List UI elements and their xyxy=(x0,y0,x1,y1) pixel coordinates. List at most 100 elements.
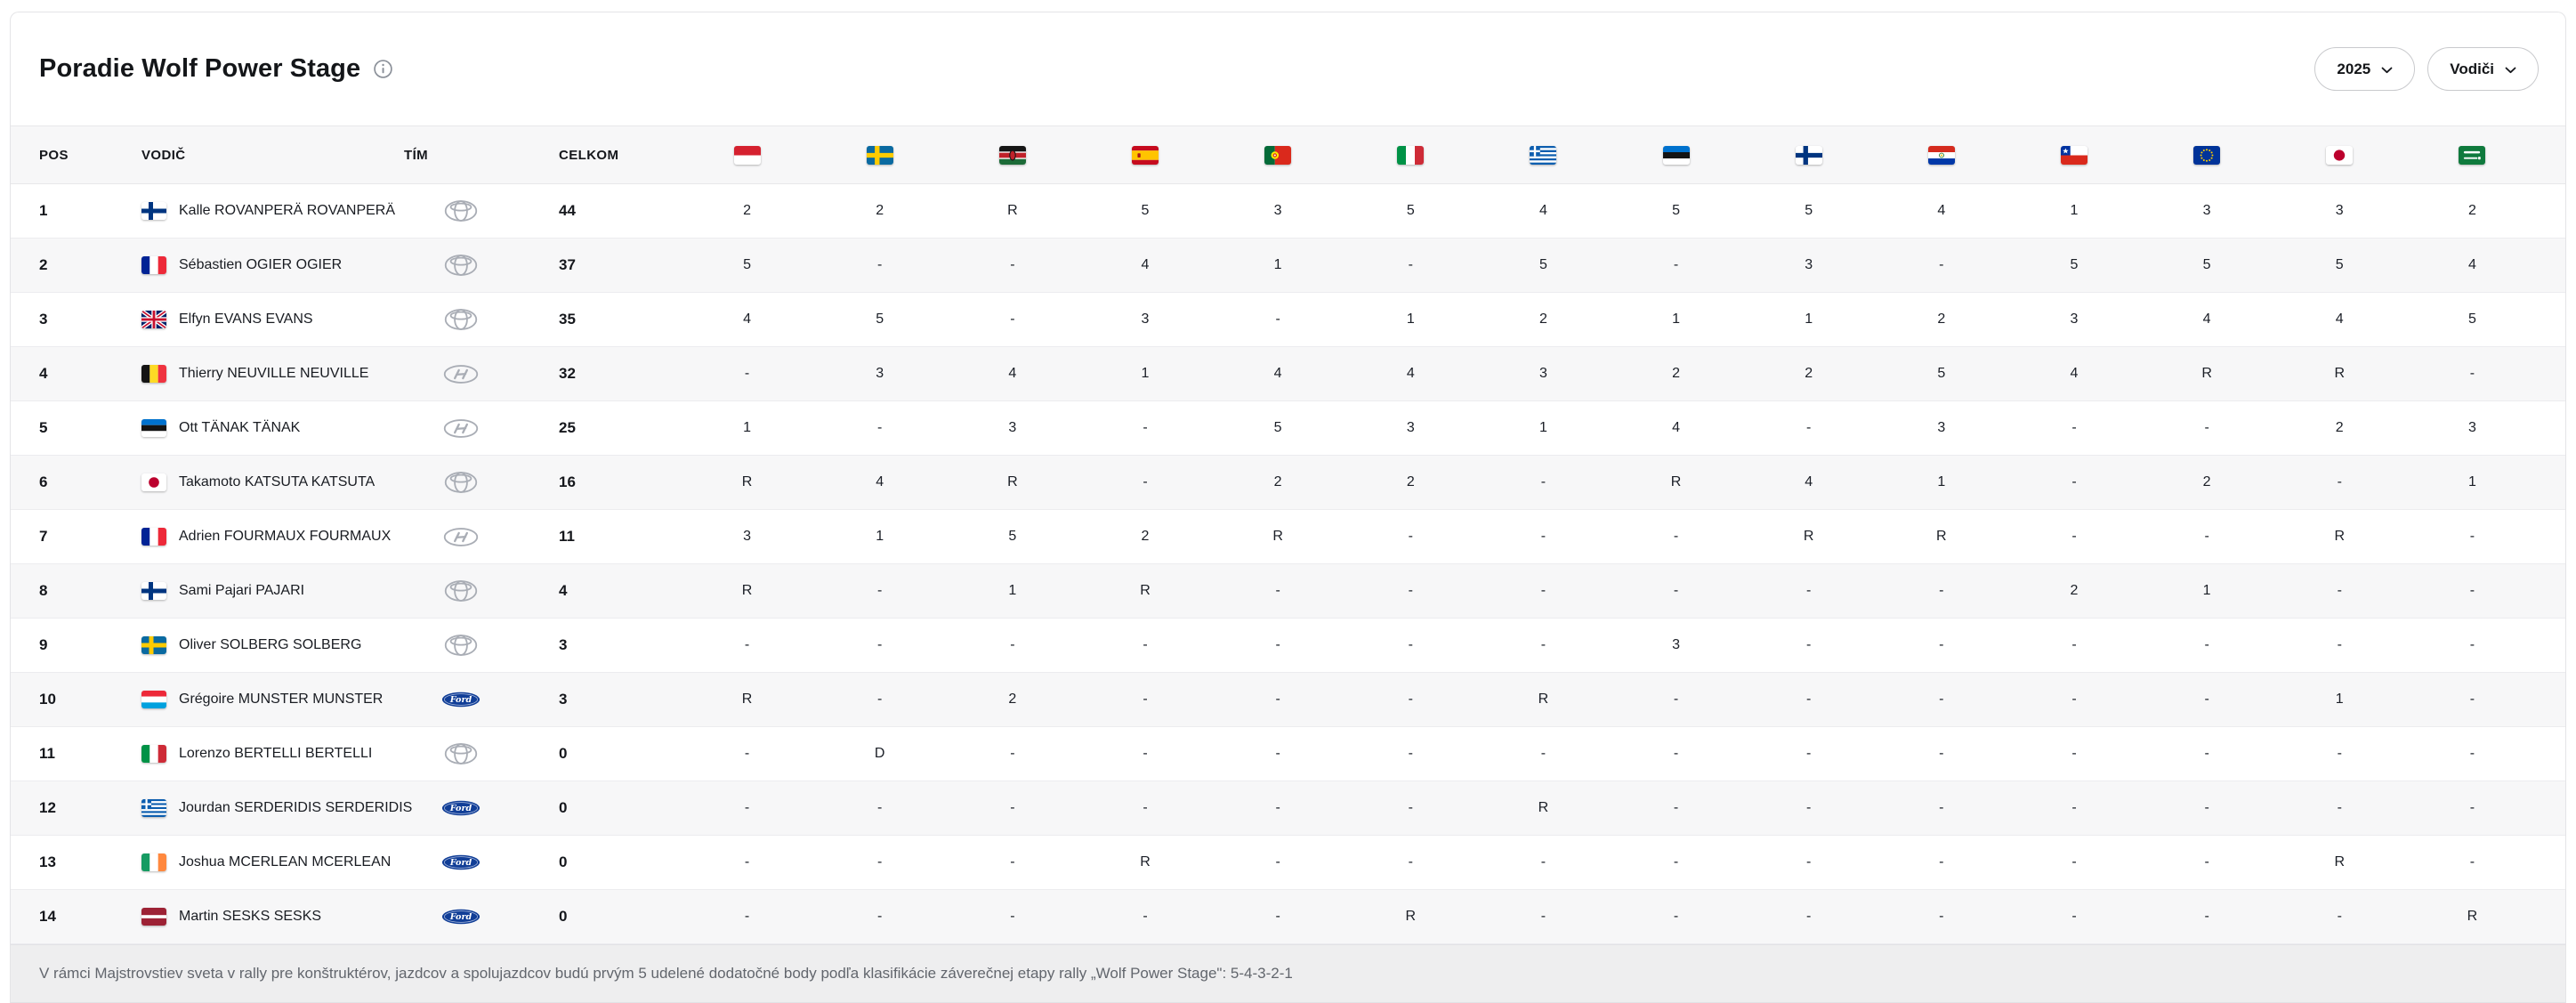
season-dropdown[interactable]: 2025 xyxy=(2314,47,2415,91)
stage-points-finland: - xyxy=(1742,420,1875,436)
driver-row[interactable]: 6Takamoto KATSUTA KATSUTA 16R4R-22-R41-2… xyxy=(11,456,2565,510)
stage-points-value: - xyxy=(2071,800,2076,816)
stage-points-value: - xyxy=(1010,909,1014,925)
rally-column-sweden[interactable] xyxy=(813,146,946,165)
rally-column-kenya[interactable] xyxy=(946,146,1078,165)
stage-points-monaco: - xyxy=(681,909,813,925)
card-header: Poradie Wolf Power Stage 2025 Vodiči xyxy=(11,12,2565,125)
stage-points-italy: - xyxy=(1345,746,1477,762)
stage-points-value: 3 xyxy=(1274,203,1282,219)
rally-column-portugal[interactable] xyxy=(1212,146,1345,165)
driver-row[interactable]: 7Adrien FOURMAUX FOURMAUX 113152R---RR--… xyxy=(11,510,2565,564)
driver-row[interactable]: 8Sami Pajari PAJARI 4R-1R------21-- xyxy=(11,564,2565,619)
stage-points-value: 3 xyxy=(876,366,884,382)
rally-column-chile[interactable] xyxy=(2007,146,2140,165)
stage-points-portugal: - xyxy=(1212,854,1345,870)
stage-points-saudi-arabia: - xyxy=(2406,692,2539,708)
stage-points-value: 5 xyxy=(2468,311,2476,328)
stage-points-european-union: - xyxy=(2141,854,2273,870)
stage-points-value: - xyxy=(1275,637,1280,653)
driver-name: Sébastien OGIER OGIER xyxy=(179,257,342,273)
driver-row[interactable]: 3Elfyn EVANS EVANS 3545-3-121123445 xyxy=(11,293,2565,347)
stage-points-value: 1 xyxy=(2468,474,2476,490)
driver-row[interactable]: 11Lorenzo BERTELLI BERTELLI 0-D---------… xyxy=(11,727,2565,781)
stage-points-value: - xyxy=(1939,854,1943,870)
position: 6 xyxy=(39,473,141,491)
stage-points-greece: - xyxy=(1477,746,1610,762)
driver-row[interactable]: 5Ott TÄNAK TÄNAK 251-3-5314-3--23 xyxy=(11,401,2565,456)
driver-row[interactable]: 4Thierry NEUVILLE NEUVILLE 32-3414432254… xyxy=(11,347,2565,401)
stage-points-european-union: 5 xyxy=(2141,257,2273,273)
flag-latvia-icon xyxy=(141,908,166,926)
stage-points-paraguay: 2 xyxy=(1875,311,2007,328)
driver-name: Takamoto KATSUTA KATSUTA xyxy=(179,474,375,490)
stage-points-portugal: - xyxy=(1212,800,1345,816)
driver-name: Adrien FOURMAUX FOURMAUX xyxy=(179,529,391,545)
team-cell xyxy=(404,634,518,657)
footnote: V rámci Majstrovstiev sveta v rally pre … xyxy=(11,944,2565,1003)
driver-row[interactable]: 13Joshua MCERLEAN MCERLEAN Ford0---R----… xyxy=(11,836,2565,890)
flag-france-icon xyxy=(141,256,166,274)
flag-sweden-icon xyxy=(141,636,166,654)
season-value: 2025 xyxy=(2337,61,2370,78)
rally-column-paraguay[interactable] xyxy=(1875,146,2007,165)
stage-points-estonia: 2 xyxy=(1610,366,1742,382)
rally-column-european-union[interactable] xyxy=(2141,146,2273,165)
stage-points-value: - xyxy=(2071,909,2076,925)
stage-points-value: - xyxy=(2071,746,2076,762)
stage-points-value: 3 xyxy=(1937,420,1945,436)
stage-points-value: - xyxy=(2470,692,2475,708)
flag-greece-icon xyxy=(1530,146,1556,165)
stage-points-value: - xyxy=(2071,529,2076,545)
total-points: 3 xyxy=(518,691,681,708)
rally-column-estonia[interactable] xyxy=(1610,146,1742,165)
stage-points-value: 3 xyxy=(2468,420,2476,436)
rally-column-saudi-arabia[interactable] xyxy=(2406,146,2539,165)
stage-points-value: - xyxy=(1674,909,1678,925)
stage-points-finland: 2 xyxy=(1742,366,1875,382)
stage-points-sweden: 2 xyxy=(813,203,946,219)
stage-points-value: 2 xyxy=(876,203,884,219)
rally-points-cells: -3414432254RR- xyxy=(681,347,2539,400)
stage-points-sweden: - xyxy=(813,420,946,436)
stage-points-value: 4 xyxy=(1937,203,1945,219)
driver-row[interactable]: 2Sébastien OGIER OGIER 375--41-5-3-5554 xyxy=(11,239,2565,293)
svg-text:Ford: Ford xyxy=(449,804,472,813)
rally-column-monaco[interactable] xyxy=(681,146,813,165)
stage-points-estonia: - xyxy=(1610,583,1742,599)
stage-points-estonia: - xyxy=(1610,692,1742,708)
rally-column-finland[interactable] xyxy=(1742,146,1875,165)
rally-column-greece[interactable] xyxy=(1477,146,1610,165)
driver-row[interactable]: 1Kalle ROVANPERÄ ROVANPERÄ 4422R53545541… xyxy=(11,184,2565,239)
rally-column-spain[interactable] xyxy=(1078,146,1211,165)
stage-points-japan: 4 xyxy=(2273,311,2406,328)
stage-points-value: - xyxy=(877,909,882,925)
stage-points-chile: 2 xyxy=(2007,583,2140,599)
category-dropdown[interactable]: Vodiči xyxy=(2427,47,2539,91)
hyundai-logo-icon xyxy=(442,364,480,384)
toyota-logo-icon xyxy=(443,634,479,657)
driver-row[interactable]: 12Jourdan SERDERIDIS SERDERIDIS Ford0---… xyxy=(11,781,2565,836)
stage-points-portugal: - xyxy=(1212,583,1345,599)
stage-points-european-union: - xyxy=(2141,692,2273,708)
stage-points-estonia: - xyxy=(1610,257,1742,273)
stage-points-value: R xyxy=(1804,529,1814,545)
stage-points-value: - xyxy=(745,637,749,653)
stage-points-value: - xyxy=(877,854,882,870)
driver-row[interactable]: 10Grégoire MUNSTER MUNSTER Ford3R-2---R-… xyxy=(11,673,2565,727)
driver-row[interactable]: 9Oliver SOLBERG SOLBERG 3-------3------ xyxy=(11,619,2565,673)
stage-points-kenya: - xyxy=(946,257,1078,273)
stage-points-italy: - xyxy=(1345,257,1477,273)
info-icon[interactable] xyxy=(373,59,393,79)
stage-points-value: 2 xyxy=(1937,311,1945,328)
stage-points-value: 2 xyxy=(1672,366,1680,382)
stage-points-value: 5 xyxy=(1539,257,1547,273)
rally-column-italy[interactable] xyxy=(1345,146,1477,165)
stage-points-value: - xyxy=(1409,746,1413,762)
driver-row[interactable]: 14Martin SESKS SESKS Ford0-----R-------R xyxy=(11,890,2565,944)
stage-points-kenya: - xyxy=(946,746,1078,762)
stage-points-spain: 3 xyxy=(1078,311,1211,328)
flag-united-kingdom-icon xyxy=(141,311,166,328)
stage-points-estonia: 3 xyxy=(1610,637,1742,653)
rally-column-japan[interactable] xyxy=(2273,146,2406,165)
